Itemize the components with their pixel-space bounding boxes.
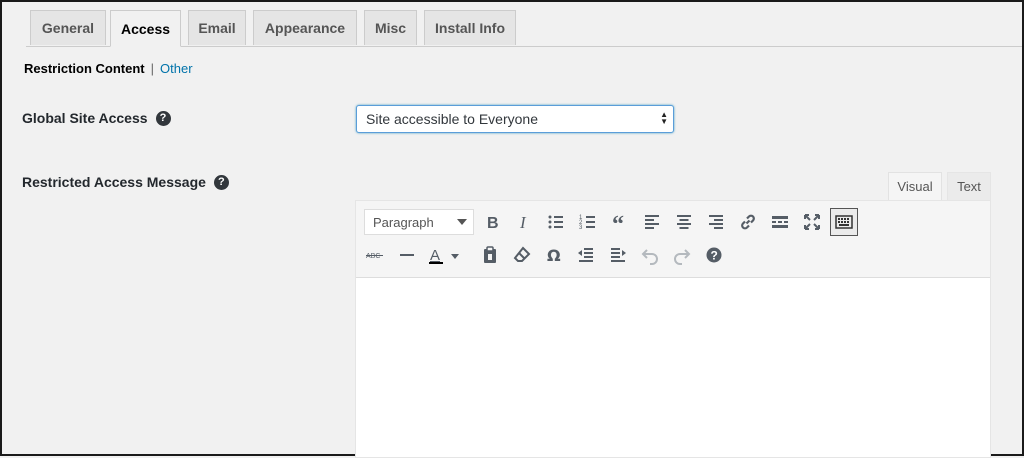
toolbar-toggle-icon[interactable] xyxy=(830,208,858,236)
settings-tabs: General Access Email Appearance Misc Ins… xyxy=(26,10,1022,47)
align-left-icon[interactable] xyxy=(638,208,666,236)
svg-text:I: I xyxy=(519,213,527,232)
tab-misc[interactable]: Misc xyxy=(364,10,417,45)
global-site-access-text: Global Site Access xyxy=(22,110,148,126)
svg-text:ABC: ABC xyxy=(366,253,380,260)
tab-email[interactable]: Email xyxy=(188,10,246,45)
blockquote-icon[interactable]: “ xyxy=(606,208,634,236)
editor-content-area[interactable] xyxy=(356,278,990,457)
svg-text:A: A xyxy=(430,247,440,264)
help-icon[interactable]: ? xyxy=(213,174,229,190)
select-arrows-icon: ▲ ▼ xyxy=(660,110,668,126)
link-icon[interactable] xyxy=(734,208,762,236)
align-center-icon[interactable] xyxy=(670,208,698,236)
format-select[interactable]: Paragraph xyxy=(364,209,474,235)
svg-text:?: ? xyxy=(711,249,718,263)
redo-icon[interactable] xyxy=(668,241,696,269)
special-character-icon[interactable]: Ω xyxy=(540,241,568,269)
strikethrough-icon[interactable]: ABC xyxy=(361,241,389,269)
help-icon[interactable]: ? xyxy=(155,110,171,126)
svg-text:B: B xyxy=(487,215,499,232)
global-site-access-select[interactable]: Site accessible to Everyone ▲ ▼ xyxy=(356,105,674,133)
restricted-access-message-text: Restricted Access Message xyxy=(22,174,206,190)
clear-formatting-icon[interactable] xyxy=(508,241,536,269)
editor-tab-visual[interactable]: Visual xyxy=(888,172,942,201)
text-color-icon[interactable]: A xyxy=(425,241,469,269)
tab-access[interactable]: Access xyxy=(110,10,181,47)
format-select-value: Paragraph xyxy=(373,214,434,230)
global-site-access-label: Global Site Access ? xyxy=(22,110,171,126)
subnav-other-link[interactable]: Other xyxy=(160,61,193,76)
fullscreen-icon[interactable] xyxy=(798,208,826,236)
read-more-icon[interactable] xyxy=(766,208,794,236)
align-right-icon[interactable] xyxy=(702,208,730,236)
numbered-list-icon[interactable]: 123 xyxy=(574,208,602,236)
restricted-access-message-label: Restricted Access Message ? xyxy=(22,174,229,190)
tab-install-info[interactable]: Install Info xyxy=(424,10,516,45)
paste-as-text-icon[interactable] xyxy=(476,241,504,269)
svg-text:“: “ xyxy=(612,212,624,232)
tab-appearance[interactable]: Appearance xyxy=(253,10,357,45)
subnav-separator: | xyxy=(150,61,155,76)
subnav-restriction-content: Restriction Content xyxy=(24,61,145,76)
chevron-down-icon xyxy=(457,219,467,225)
editor-tab-text[interactable]: Text xyxy=(947,172,991,201)
keyboard-shortcuts-help-icon[interactable]: ? xyxy=(700,241,728,269)
tab-general[interactable]: General xyxy=(30,10,106,45)
rich-text-editor: Paragraph B I 123 “ ABC A Ω ? xyxy=(355,200,991,458)
horizontal-line-icon[interactable] xyxy=(393,241,421,269)
undo-icon[interactable] xyxy=(636,241,664,269)
bold-icon[interactable]: B xyxy=(478,208,506,236)
outdent-icon[interactable] xyxy=(572,241,600,269)
svg-text:3: 3 xyxy=(579,225,583,231)
italic-icon[interactable]: I xyxy=(510,208,538,236)
select-value: Site accessible to Everyone xyxy=(366,111,538,127)
bullet-list-icon[interactable] xyxy=(542,208,570,236)
indent-icon[interactable] xyxy=(604,241,632,269)
svg-text:Ω: Ω xyxy=(547,246,561,265)
editor-toolbar: Paragraph B I 123 “ ABC A Ω ? xyxy=(356,201,990,278)
sub-navigation: Restriction Content | Other xyxy=(24,61,193,76)
